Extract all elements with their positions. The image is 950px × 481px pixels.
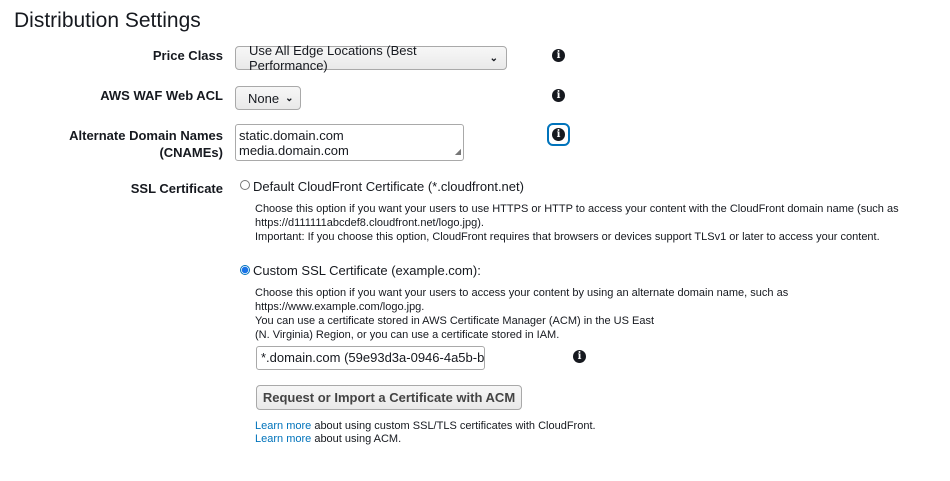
waf-selected: None — [248, 90, 280, 106]
cnames-label: Alternate Domain Names (CNAMEs) — [69, 127, 223, 161]
price-class-label: Price Class — [152, 48, 223, 63]
info-icon[interactable]: i — [552, 49, 565, 62]
default-certificate-label[interactable]: Default CloudFront Certificate (*.cloudf… — [253, 179, 524, 194]
resize-handle-icon[interactable]: ◢ — [455, 144, 461, 159]
certificate-input[interactable]: *.domain.com (59e93d3a-0946-4a5b-b — [256, 346, 485, 370]
learn-more-acm: Learn more about using ACM. — [255, 432, 401, 446]
cname-line: media.domain.com — [239, 143, 349, 158]
learn-more-link[interactable]: Learn more — [255, 433, 311, 445]
cnames-label-line1: Alternate Domain Names — [69, 128, 223, 143]
info-icon[interactable]: i — [573, 350, 586, 363]
chevron-down-icon: ⌄ — [489, 52, 498, 64]
waf-select[interactable]: None ⌄ — [235, 86, 301, 110]
waf-label: AWS WAF Web ACL — [100, 88, 223, 103]
description-line: (N. Virginia) Region, or you can use a c… — [255, 329, 560, 341]
info-icon-focus-ring: i — [547, 123, 570, 146]
description-line: Important: If you choose this option, Cl… — [255, 231, 880, 243]
cname-line: static.domain.com — [239, 128, 344, 143]
custom-certificate-radio[interactable] — [240, 265, 250, 275]
request-certificate-button[interactable]: Request or Import a Certificate with ACM — [256, 385, 522, 410]
cnames-label-line2: (CNAMEs) — [159, 145, 223, 160]
description-line: https://d111111abcdef8.cloudfront.net/lo… — [255, 217, 484, 229]
custom-certificate-description: Choose this option if you want your user… — [255, 286, 950, 342]
description-line: You can use a certificate stored in AWS … — [255, 315, 655, 327]
default-certificate-radio[interactable] — [240, 180, 250, 190]
info-icon[interactable]: i — [552, 128, 565, 141]
description-line: Choose this option if you want your user… — [255, 287, 789, 313]
learn-more-custom-ssl: Learn more about using custom SSL/TLS ce… — [255, 419, 596, 433]
info-icon[interactable]: i — [552, 89, 565, 102]
ssl-certificate-label: SSL Certificate — [130, 181, 223, 196]
chevron-down-icon: ⌄ — [285, 92, 294, 104]
default-certificate-description: Choose this option if you want your user… — [255, 202, 899, 244]
price-class-select[interactable]: Use All Edge Locations (Best Performance… — [235, 43, 507, 73]
learn-more-link[interactable]: Learn more — [255, 420, 311, 432]
learn-more-text: about using custom SSL/TLS certificates … — [311, 420, 596, 432]
cnames-textarea[interactable]: static.domain.com media.domain.com ◢ — [235, 124, 464, 161]
learn-more-text: about using ACM. — [311, 433, 402, 445]
price-class-selected: Use All Edge Locations (Best Performance… — [249, 43, 417, 73]
description-line: Choose this option if you want your user… — [255, 203, 899, 215]
page-title: Distribution Settings — [14, 9, 201, 32]
custom-certificate-label[interactable]: Custom SSL Certificate (example.com): — [253, 263, 481, 278]
